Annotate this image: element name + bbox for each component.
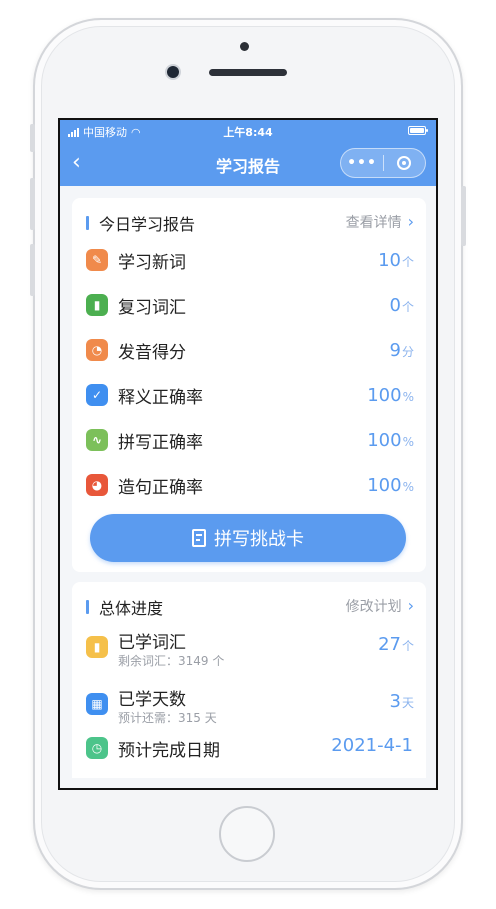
item-label: 学习新词 [118,252,186,273]
top-bar: 中国移动 ◠ 上午8:44 ‹ 学习报告 ••• [60,120,436,186]
volume-up-button [30,178,35,230]
overall-progress-header: 总体进度 修改计划 › [72,592,426,620]
check-icon: ✓ [86,384,108,406]
list-item-learned-words: ▮ 已学词汇 剩余词汇：3149 个 27个 [72,622,426,672]
list-item-new-words: ✎ 学习新词 10个 [72,242,426,278]
book-icon: ▮ [86,636,108,658]
item-value: 9分 [389,339,414,361]
item-label: 造句正确率 [118,477,203,498]
today-report-header: 今日学习报告 查看详情 › [72,208,426,236]
close-button[interactable] [384,156,425,170]
overall-progress-card: 总体进度 修改计划 › ▮ 已学词汇 剩余词汇：3149 个 27个 ▦ 已学天… [72,582,426,778]
item-value: 0个 [389,294,414,316]
list-item-spelling-accuracy: ∿ 拼写正确率 100% [72,422,426,458]
front-camera [167,66,179,78]
wave-icon: ∿ [86,429,108,451]
screen: 中国移动 ◠ 上午8:44 ‹ 学习报告 ••• 今日学习报告 查看详情 › ✎… [58,118,438,790]
volume-down-button [30,244,35,296]
list-item-finish-date: ◷ 预计完成日期 2021-4-1 [72,728,426,768]
chevron-right-icon: › [407,596,414,615]
item-label: 已学词汇 [118,633,186,653]
report-content: 今日学习报告 查看详情 › ✎ 学习新词 10个 ▮ 复习词汇 0个 ◔ 发音得… [60,186,436,788]
book-icon: ▮ [86,294,108,316]
item-value: 100% [367,474,414,496]
today-report-title: 今日学习报告 [99,215,196,234]
item-value: 10个 [378,249,414,271]
list-item-learned-days: ▦ 已学天数 预计还需：315 天 3天 [72,679,426,729]
status-bar: 中国移动 ◠ 上午8:44 [60,120,436,142]
today-report-card: 今日学习报告 查看详情 › ✎ 学习新词 10个 ▮ 复习词汇 0个 ◔ 发音得… [72,198,426,572]
status-time: 上午8:44 [223,126,273,139]
pie-icon: ◔ [86,339,108,361]
item-label: 释义正确率 [118,387,203,408]
document-icon [192,529,206,547]
item-label: 已学天数 [118,690,186,710]
item-value: 100% [367,384,414,406]
clock-icon: ◷ [86,737,108,759]
item-value: 3天 [389,691,414,712]
pencil-icon: ✎ [86,249,108,271]
list-item-definition-accuracy: ✓ 释义正确率 100% [72,377,426,413]
item-sublabel: 预计还需：315 天 [118,711,217,725]
battery-icon [408,126,428,135]
item-value: 100% [367,429,414,451]
more-button[interactable]: ••• [341,155,383,171]
cta-label: 拼写挑战卡 [214,529,304,550]
list-item-pronunciation: ◔ 发音得分 9分 [72,332,426,368]
view-details-link[interactable]: 查看详情 › [346,212,414,232]
target-icon [397,156,412,170]
spelling-challenge-button[interactable]: 拼写挑战卡 [90,514,406,562]
list-item-review-words: ▮ 复习词汇 0个 [72,287,426,323]
section-marker [86,216,89,230]
mute-switch [30,124,35,152]
nav-bar: ‹ 学习报告 ••• [60,142,436,186]
item-value: 2021-4-1 [331,735,413,756]
item-sublabel: 剩余词汇：3149 个 [118,654,225,668]
item-value: 27个 [378,634,414,655]
overall-progress-title: 总体进度 [99,599,164,618]
list-item-sentence-accuracy: ◕ 造句正确率 100% [72,467,426,503]
pie-icon: ◕ [86,474,108,496]
mini-program-capsule: ••• [340,148,426,178]
section-marker [86,600,89,614]
proximity-sensor [240,42,249,51]
power-button [461,186,466,246]
item-label: 拼写正确率 [118,432,203,453]
edit-plan-label: 修改计划 [345,599,402,615]
home-button[interactable] [219,806,275,862]
earpiece-speaker [209,69,287,76]
edit-plan-link[interactable]: 修改计划 › [346,596,414,616]
view-details-label: 查看详情 [345,215,402,231]
item-label: 复习词汇 [118,297,186,318]
chevron-right-icon: › [407,212,414,231]
item-label: 发音得分 [118,342,186,363]
calendar-icon: ▦ [86,693,108,715]
item-label: 预计完成日期 [118,741,220,761]
